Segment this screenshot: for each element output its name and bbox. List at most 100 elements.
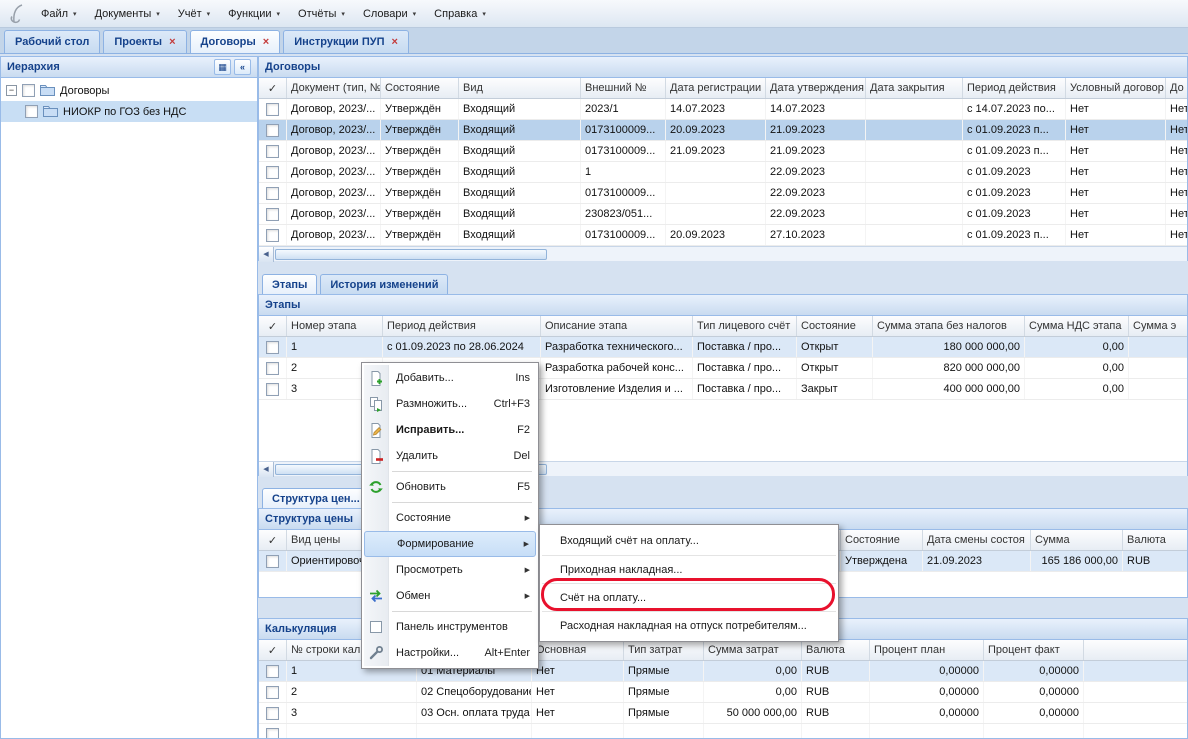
menu-item[interactable]: Состояние▶ bbox=[364, 505, 536, 531]
scroll-left-icon[interactable]: ◀ bbox=[259, 462, 274, 477]
scroll-left-icon[interactable]: ◀ bbox=[259, 247, 274, 262]
checkbox-cell[interactable] bbox=[259, 141, 287, 161]
menu-item[interactable]: Расходная накладная на отпуск потребител… bbox=[542, 611, 836, 639]
menu-item[interactable]: Формирование▶ bbox=[364, 531, 536, 557]
row-checkbox[interactable] bbox=[266, 728, 279, 739]
table-row[interactable]: Договор, 2023/...УтверждёнВходящий017310… bbox=[259, 120, 1187, 141]
column-header[interactable]: Валюта bbox=[1123, 530, 1187, 550]
menubar-item[interactable]: Функции▾ bbox=[219, 3, 289, 25]
contracts-hscrollbar[interactable]: ◀ bbox=[259, 246, 1187, 261]
menubar-item[interactable]: Словари▾ bbox=[354, 3, 425, 25]
tree-item[interactable]: НИОКР по ГОЗ без НДС bbox=[1, 101, 257, 122]
menubar-item[interactable]: Справка▾ bbox=[425, 3, 495, 25]
checkbox-cell[interactable] bbox=[259, 120, 287, 140]
column-header[interactable]: ✓ bbox=[259, 316, 287, 336]
table-row[interactable] bbox=[259, 724, 1187, 739]
menu-item[interactable]: Настройки...Alt+Enter bbox=[364, 640, 536, 666]
column-header[interactable]: Документ (тип, № bbox=[287, 78, 381, 98]
column-header[interactable]: Дата закрытия bbox=[866, 78, 963, 98]
row-checkbox[interactable] bbox=[266, 555, 279, 568]
column-header[interactable]: Процент факт bbox=[984, 640, 1084, 660]
menu-item[interactable]: ОбновитьF5 bbox=[364, 474, 536, 500]
row-checkbox[interactable] bbox=[266, 665, 279, 678]
column-header[interactable]: Тип затрат bbox=[624, 640, 704, 660]
column-header[interactable]: Описание этапа bbox=[541, 316, 693, 336]
column-header[interactable]: Дата регистрации bbox=[666, 78, 766, 98]
collapse-icon[interactable]: − bbox=[6, 85, 17, 96]
column-header[interactable]: Основная bbox=[532, 640, 624, 660]
row-checkbox[interactable] bbox=[266, 187, 279, 200]
row-checkbox[interactable] bbox=[266, 362, 279, 375]
column-header[interactable]: Сумма bbox=[1031, 530, 1123, 550]
table-row[interactable]: Договор, 2023/...УтверждёнВходящий017310… bbox=[259, 183, 1187, 204]
column-header[interactable]: Вид bbox=[459, 78, 581, 98]
checkbox-cell[interactable] bbox=[259, 358, 287, 378]
checkbox-cell[interactable] bbox=[259, 99, 287, 119]
column-header[interactable]: До bbox=[1166, 78, 1187, 98]
column-header[interactable]: ✓ bbox=[259, 640, 287, 660]
checkbox-cell[interactable] bbox=[259, 183, 287, 203]
row-checkbox[interactable] bbox=[266, 229, 279, 242]
menu-item[interactable]: Размножить...Ctrl+F3 bbox=[364, 391, 536, 417]
column-header[interactable]: Период действия bbox=[383, 316, 541, 336]
close-icon[interactable]: × bbox=[392, 37, 398, 48]
column-header[interactable]: Состояние bbox=[797, 316, 873, 336]
column-header[interactable]: ✓ bbox=[259, 530, 287, 550]
main-tab[interactable]: Проекты× bbox=[103, 30, 186, 53]
menu-item[interactable]: Входящий счёт на оплату... bbox=[542, 527, 836, 555]
sub-tab[interactable]: Этапы bbox=[262, 274, 317, 294]
column-header[interactable]: Сумма этапа без налогов bbox=[873, 316, 1025, 336]
menubar-item[interactable]: Файл▾ bbox=[32, 3, 86, 25]
menubar-item[interactable]: Документы▾ bbox=[86, 3, 169, 25]
checkbox-cell[interactable] bbox=[259, 162, 287, 182]
menu-item[interactable]: Панель инструментов bbox=[364, 614, 536, 640]
tab-price-structure[interactable]: Структура цен... bbox=[262, 488, 370, 508]
row-checkbox[interactable] bbox=[266, 166, 279, 179]
table-row[interactable]: Договор, 2023/...УтверждёнВходящий017310… bbox=[259, 225, 1187, 246]
table-row[interactable]: 1с 01.09.2023 по 28.06.2024Разработка те… bbox=[259, 337, 1187, 358]
menu-item[interactable]: УдалитьDel bbox=[364, 443, 536, 469]
column-header[interactable]: Номер этапа bbox=[287, 316, 383, 336]
row-checkbox[interactable] bbox=[266, 686, 279, 699]
tree-item[interactable]: − Договоры bbox=[1, 80, 257, 101]
checkbox-cell[interactable] bbox=[259, 661, 287, 681]
column-header[interactable]: Валюта bbox=[802, 640, 870, 660]
column-header[interactable]: Состояние bbox=[381, 78, 459, 98]
scrollbar-thumb[interactable] bbox=[275, 249, 547, 260]
menu-item[interactable]: Обмен▶ bbox=[364, 583, 536, 609]
tree-checkbox[interactable] bbox=[22, 84, 35, 97]
row-checkbox[interactable] bbox=[266, 124, 279, 137]
sub-tab[interactable]: История изменений bbox=[320, 274, 448, 294]
table-row[interactable]: 303 Осн. оплата трудаНетПрямые50 000 000… bbox=[259, 703, 1187, 724]
table-row[interactable]: Договор, 2023/...УтверждёнВходящий2023/1… bbox=[259, 99, 1187, 120]
checkbox-cell[interactable] bbox=[259, 379, 287, 399]
column-header[interactable]: Период действия bbox=[963, 78, 1066, 98]
checkbox-cell[interactable] bbox=[259, 551, 287, 571]
checkbox-cell[interactable] bbox=[259, 703, 287, 723]
checkbox-cell[interactable] bbox=[259, 337, 287, 357]
column-header[interactable]: Состояние bbox=[841, 530, 923, 550]
menubar-item[interactable]: Отчёты▾ bbox=[289, 3, 354, 25]
main-tab[interactable]: Инструкции ПУП× bbox=[283, 30, 409, 53]
column-header[interactable]: ✓ bbox=[259, 78, 287, 98]
checkbox-cell[interactable] bbox=[259, 204, 287, 224]
column-header[interactable]: Внешний № bbox=[581, 78, 666, 98]
menu-item[interactable]: Исправить...F2 bbox=[364, 417, 536, 443]
column-header[interactable]: Дата смены состоя bbox=[923, 530, 1031, 550]
menu-item[interactable]: Приходная накладная... bbox=[542, 555, 836, 583]
column-header[interactable]: Дата утверждения bbox=[766, 78, 866, 98]
column-header[interactable]: Тип лицевого счёт bbox=[693, 316, 797, 336]
row-checkbox[interactable] bbox=[266, 145, 279, 158]
checkbox-cell[interactable] bbox=[259, 682, 287, 702]
menu-item[interactable]: Просмотреть▶ bbox=[364, 557, 536, 583]
column-header[interactable]: Условный договор bbox=[1066, 78, 1166, 98]
checkbox-cell[interactable] bbox=[259, 724, 287, 739]
menu-item[interactable]: Добавить...Ins bbox=[364, 365, 536, 391]
table-row[interactable]: 202 СпецоборудованиеНетПрямые0,00RUB0,00… bbox=[259, 682, 1187, 703]
row-checkbox[interactable] bbox=[266, 383, 279, 396]
row-checkbox[interactable] bbox=[266, 208, 279, 221]
menubar-item[interactable]: Учёт▾ bbox=[169, 3, 219, 25]
checkbox-cell[interactable] bbox=[259, 225, 287, 245]
menu-item[interactable]: Счёт на оплату... bbox=[542, 583, 836, 611]
table-row[interactable]: Договор, 2023/...УтверждёнВходящий230823… bbox=[259, 204, 1187, 225]
